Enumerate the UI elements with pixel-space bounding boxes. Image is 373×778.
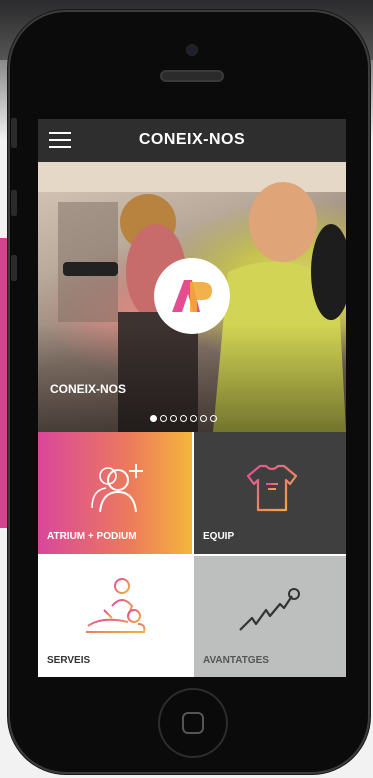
massage-icon bbox=[86, 578, 146, 633]
tile-atrium-podium[interactable]: ATRIUM + PODIUM bbox=[38, 432, 192, 554]
tile-label: EQUIP bbox=[203, 531, 235, 542]
volume-up-button bbox=[11, 190, 17, 216]
carousel-dot[interactable] bbox=[200, 415, 207, 422]
trend-line-icon bbox=[239, 588, 300, 631]
front-camera bbox=[186, 44, 198, 56]
home-square-icon bbox=[182, 712, 204, 734]
tile-equip[interactable]: EQUIP bbox=[194, 432, 346, 554]
carousel-dot[interactable] bbox=[150, 415, 157, 422]
tile-avantatges[interactable]: AVANTATGES bbox=[194, 556, 346, 677]
carousel-dot[interactable] bbox=[170, 415, 177, 422]
tile-label: SERVEIS bbox=[47, 655, 91, 666]
hero-carousel[interactable]: CONEIX-NOS bbox=[38, 162, 346, 432]
carousel-dots bbox=[150, 415, 217, 422]
tile-label: AVANTATGES bbox=[203, 655, 269, 666]
tile-label: ATRIUM + PODIUM bbox=[47, 531, 137, 542]
volume-down-button bbox=[11, 255, 17, 281]
tile-serveis[interactable]: SERVEIS bbox=[38, 556, 192, 677]
carousel-dot[interactable] bbox=[190, 415, 197, 422]
app-screen: CONEIX-NOS CONEIX-NOS ATRIUM + PODIUM EQ… bbox=[38, 119, 346, 677]
page-title: CONEIX-NOS bbox=[138, 131, 246, 148]
ap-logo-icon bbox=[172, 280, 212, 312]
tshirt-icon bbox=[246, 464, 298, 512]
top-bar: CONEIX-NOS bbox=[38, 119, 346, 162]
carousel-dot[interactable] bbox=[180, 415, 187, 422]
home-button[interactable] bbox=[158, 688, 228, 758]
hero-caption: CONEIX-NOS bbox=[50, 382, 127, 396]
carousel-dot[interactable] bbox=[160, 415, 167, 422]
earpiece-speaker bbox=[160, 70, 224, 82]
mute-switch bbox=[11, 118, 17, 148]
carousel-dot[interactable] bbox=[210, 415, 217, 422]
add-user-icon bbox=[91, 464, 143, 513]
brand-logo bbox=[154, 258, 230, 334]
